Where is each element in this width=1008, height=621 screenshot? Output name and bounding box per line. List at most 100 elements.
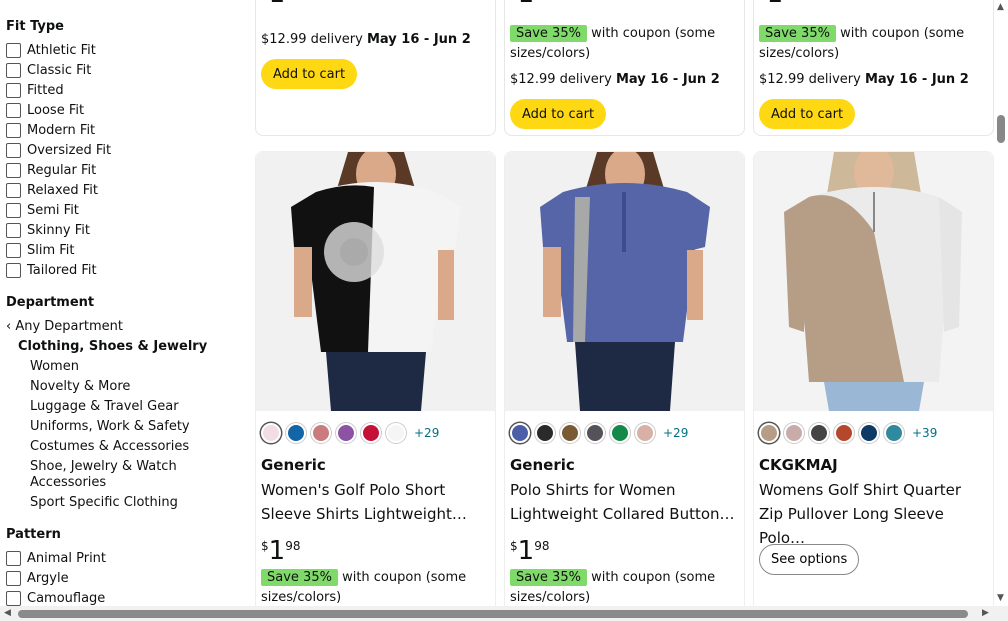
product-title[interactable]: Womens Golf Shirt Quarter Zip Pullover L… [759,478,987,550]
color-swatch[interactable] [286,423,306,443]
filter-athletic-fit[interactable]: Athletic Fit [6,41,96,59]
filter-fitted[interactable]: Fitted [6,81,64,99]
checkbox[interactable] [6,550,21,566]
checkbox[interactable] [6,570,21,586]
save-badge: Save 35% [261,569,338,586]
filter-modern-fit[interactable]: Modern Fit [6,121,95,139]
color-swatch[interactable] [560,423,580,443]
scroll-up-arrow-icon[interactable]: ▲ [997,2,1004,12]
coupon-info: Save 35% with coupon (some sizes/colors) [510,569,716,605]
price: $198 [510,0,549,8]
color-swatch[interactable] [336,423,356,443]
color-swatch[interactable] [386,423,406,443]
department-link-women[interactable]: Women [30,359,230,375]
color-swatch[interactable] [610,423,630,443]
checkbox[interactable] [6,162,21,178]
vertical-scroll-thumb[interactable] [997,115,1005,143]
checkbox[interactable] [6,182,21,198]
filter-semi-fit[interactable]: Semi Fit [6,201,79,219]
color-swatch[interactable] [510,423,530,443]
color-swatch[interactable] [884,423,904,443]
department-link-luggage[interactable]: Luggage & Travel Gear [30,399,230,415]
department-link-novelty[interactable]: Novelty & More [30,379,230,395]
product-image[interactable] [754,152,993,411]
delivery-info: $12.99 delivery May 16 - Jun 2 [261,32,471,47]
color-swatch[interactable] [809,423,829,443]
checkbox[interactable] [6,262,21,278]
color-swatch[interactable] [535,423,555,443]
color-swatch[interactable] [361,423,381,443]
more-colors-link[interactable]: +39 [912,426,937,440]
add-to-cart-button[interactable]: Add to cart [261,59,358,89]
checkbox[interactable] [6,242,21,258]
color-swatch[interactable] [834,423,854,443]
checkbox[interactable] [6,142,21,158]
color-swatch[interactable] [311,423,331,443]
price: $198 [759,0,798,8]
more-colors-link[interactable]: +29 [663,426,688,440]
filter-tailored-fit[interactable]: Tailored Fit [6,261,97,279]
vertical-scrollbar[interactable]: ▲ ▼ [994,0,1008,606]
price: $198 [261,536,301,566]
color-swatches: +29 [510,423,688,443]
horizontal-scroll-thumb[interactable] [18,610,968,618]
checkbox[interactable] [6,42,21,58]
product-card: $198 Save 35% with coupon (some sizes/co… [504,0,745,136]
color-swatch[interactable] [859,423,879,443]
horizontal-scrollbar[interactable]: ◀ ▶ [0,606,1008,621]
color-swatches: +29 [261,423,439,443]
checkbox[interactable] [6,122,21,138]
filter-camouflage[interactable]: Camouflage [6,589,105,606]
brand-name: Generic [510,456,575,474]
filter-animal-print[interactable]: Animal Print [6,549,106,567]
coupon-info: Save 35% with coupon (some sizes/colors) [261,569,467,605]
brand-name: CKGKMAJ [759,456,838,474]
filter-skinny-fit[interactable]: Skinny Fit [6,221,90,239]
filter-relaxed-fit[interactable]: Relaxed Fit [6,181,98,199]
checkbox[interactable] [6,62,21,78]
coupon-info: Save 35% with coupon (some sizes/colors) [510,25,716,61]
delivery-info: $12.99 delivery May 16 - Jun 2 [759,72,969,87]
save-badge: Save 35% [510,25,587,42]
product-title[interactable]: Women's Golf Polo Short Sleeve Shirts Li… [261,478,489,526]
color-swatch[interactable] [759,423,779,443]
department-link-sport[interactable]: Sport Specific Clothing [30,495,230,511]
product-card: $198 Save 35% with coupon (some sizes/co… [753,0,994,136]
checkbox[interactable] [6,102,21,118]
see-options-button[interactable]: See options [759,544,860,575]
more-colors-link[interactable]: +29 [414,426,439,440]
color-swatch[interactable] [261,423,281,443]
checkbox[interactable] [6,222,21,238]
product-title[interactable]: Polo Shirts for Women Lightweight Collar… [510,478,738,526]
save-badge: Save 35% [759,25,836,42]
filter-loose-fit[interactable]: Loose Fit [6,101,84,119]
filter-oversized-fit[interactable]: Oversized Fit [6,141,111,159]
delivery-info: $12.99 delivery May 16 - Jun 2 [510,72,720,87]
filter-sidebar: Fit Type Athletic Fit Classic Fit Fitted… [0,0,245,606]
checkbox[interactable] [6,202,21,218]
department-link-uniforms[interactable]: Uniforms, Work & Safety [30,419,230,435]
filter-slim-fit[interactable]: Slim Fit [6,241,75,259]
department-heading: Department [6,295,95,310]
scroll-left-arrow-icon[interactable]: ◀ [4,608,11,618]
scroll-right-arrow-icon[interactable]: ▶ [982,608,989,618]
department-link-shoe-jewelry-watch[interactable]: Shoe, Jewelry & Watch Accessories [30,459,190,491]
product-image[interactable] [505,152,744,411]
color-swatch[interactable] [784,423,804,443]
department-link-costumes[interactable]: Costumes & Accessories [30,439,230,455]
filter-regular-fit[interactable]: Regular Fit [6,161,96,179]
color-swatch[interactable] [585,423,605,443]
scroll-down-arrow-icon[interactable]: ▼ [997,593,1004,603]
coupon-info: Save 35% with coupon (some sizes/colors) [759,25,965,61]
fit-type-heading: Fit Type [6,19,64,34]
checkbox[interactable] [6,590,21,606]
add-to-cart-button[interactable]: Add to cart [759,99,856,129]
any-department-link[interactable]: ‹ Any Department [6,319,123,335]
filter-classic-fit[interactable]: Classic Fit [6,61,91,79]
filter-argyle[interactable]: Argyle [6,569,69,587]
color-swatch[interactable] [635,423,655,443]
product-card: +39 CKGKMAJ Womens Golf Shirt Quarter Zi… [753,151,994,621]
add-to-cart-button[interactable]: Add to cart [510,99,607,129]
checkbox[interactable] [6,82,21,98]
product-image[interactable] [256,152,495,411]
